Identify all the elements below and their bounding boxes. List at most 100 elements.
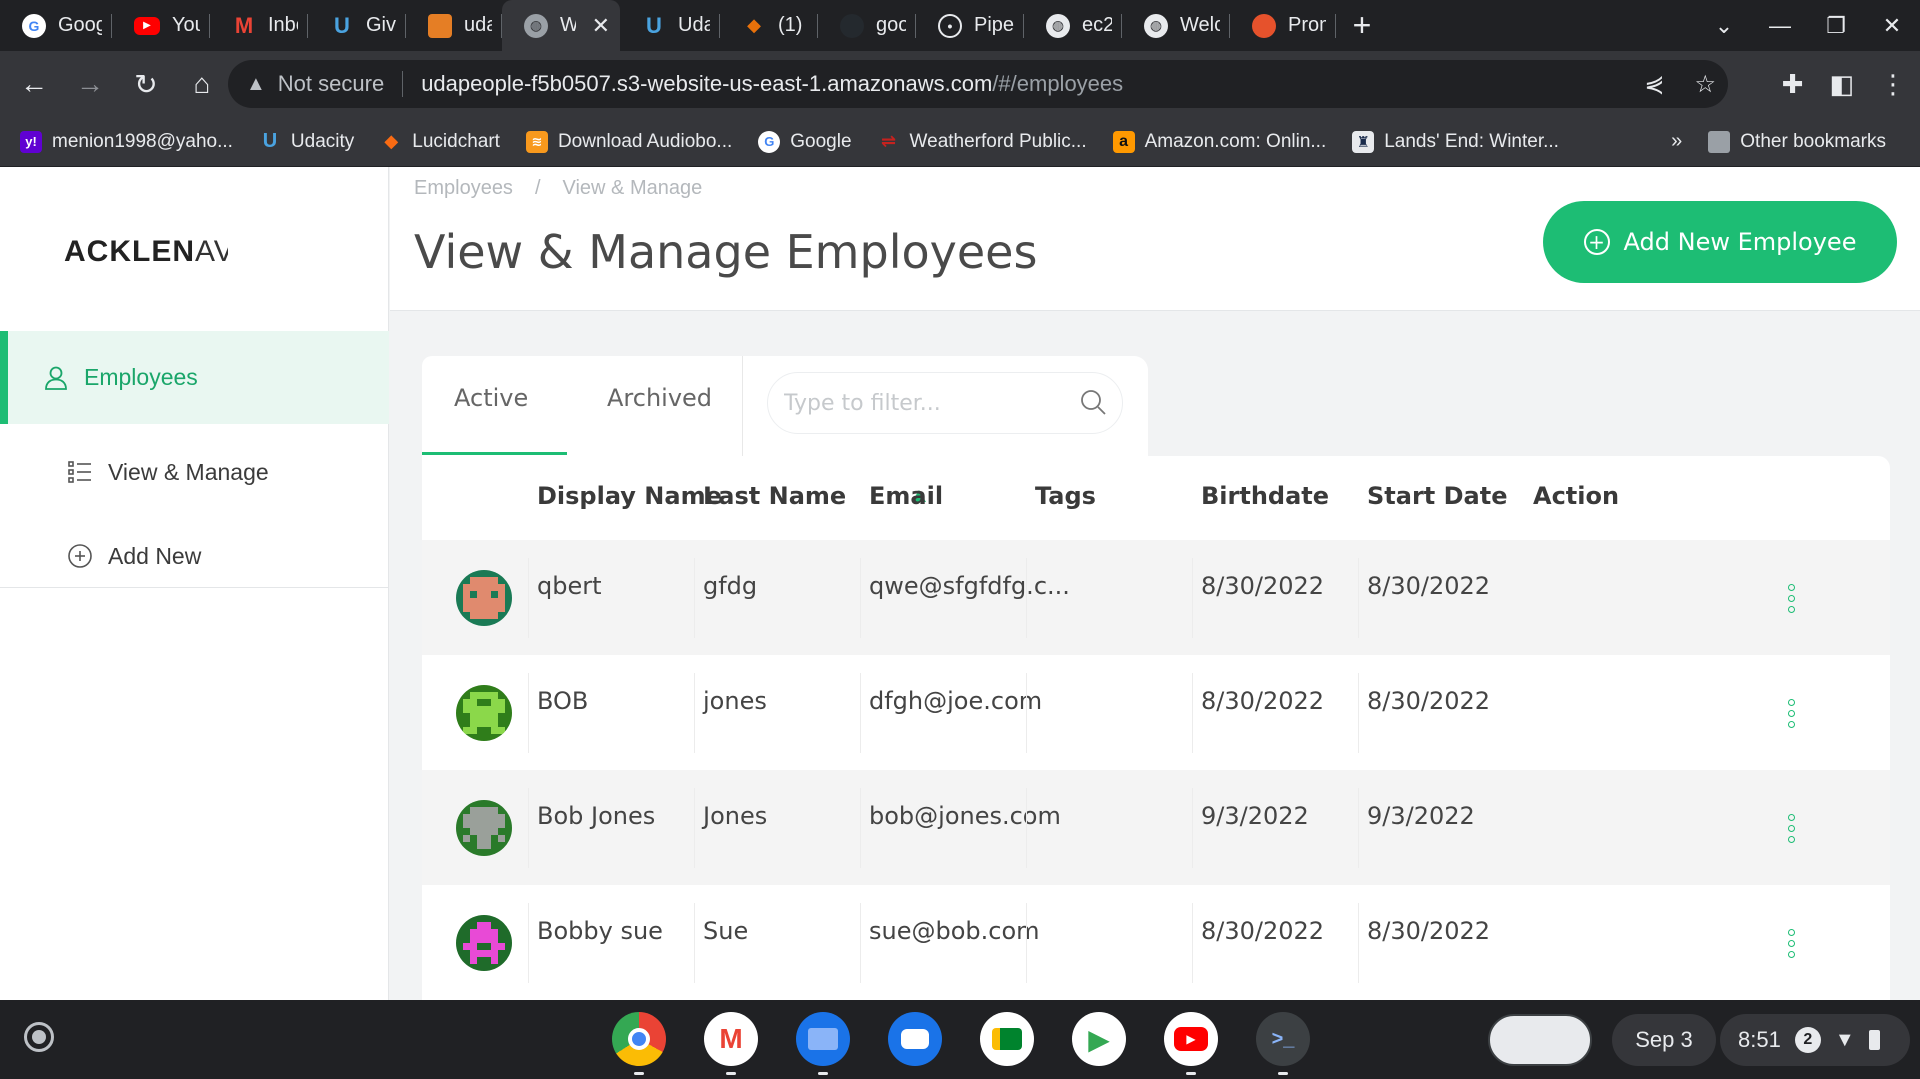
restore-icon[interactable]: ❐ <box>1808 13 1864 39</box>
active-tab-indicator <box>422 452 567 455</box>
browser-tab[interactable]: GGoogl <box>0 0 112 51</box>
reload-icon[interactable]: ↻ <box>124 62 168 106</box>
tab-archived[interactable]: Archived <box>607 384 712 412</box>
warning-icon[interactable]: ▲ <box>246 73 266 96</box>
security-label[interactable]: Not secure <box>278 71 384 97</box>
column-header-display-name[interactable]: Display Name <box>537 482 722 510</box>
menu-kebab-icon[interactable]: ⋮ <box>1880 69 1906 100</box>
sidebar-item-add-new[interactable]: Add New <box>0 531 389 581</box>
browser-tab[interactable]: UUdaci <box>620 0 720 51</box>
back-icon[interactable]: ← <box>12 62 56 106</box>
filter-input[interactable] <box>767 372 1123 434</box>
bookmark-item[interactable]: ◆ Lucidchart <box>380 131 500 153</box>
chrome-icon[interactable] <box>612 1012 666 1075</box>
bookmark-item[interactable]: ≋ Download Audiobo... <box>525 130 732 153</box>
browser-tab[interactable]: ◍ec2-3- <box>1024 0 1122 51</box>
bookmark-item[interactable]: U Udacity <box>259 130 355 153</box>
row-actions-kebab-icon[interactable] <box>1788 699 1796 728</box>
terminal-icon[interactable]: >_ <box>1256 1012 1310 1075</box>
column-header-email[interactable]: Email <box>869 482 943 510</box>
tab-active[interactable]: Active <box>454 384 528 412</box>
youtube-icon[interactable]: ▶ <box>1164 1012 1218 1075</box>
aws-s3-icon <box>428 13 452 38</box>
browser-tab[interactable]: ◆(1) Ne <box>720 0 818 51</box>
browser-tab[interactable]: ▶YouTu <box>112 0 210 51</box>
browser-tab[interactable]: Prome <box>1230 0 1336 51</box>
cell-divider <box>1192 673 1193 753</box>
bookmarks-bar: y! menion1998@yaho... U Udacity ◆ Lucidchar… <box>0 117 1920 167</box>
browser-tab[interactable]: UGive Y <box>308 0 406 51</box>
filter-panel <box>742 356 1148 456</box>
new-tab-button[interactable]: + <box>1336 0 1388 51</box>
side-panel-icon[interactable]: ◧ <box>1829 69 1854 100</box>
cell-birthdate: 8/30/2022 <box>1201 917 1325 945</box>
share-icon[interactable]: ⋞ <box>1644 70 1664 99</box>
browser-tab[interactable]: MInbox <box>210 0 308 51</box>
messages-icon[interactable] <box>888 1012 942 1066</box>
company-logo[interactable]: ACKLENAVENUE <box>64 235 228 269</box>
circleci-icon: ◆ <box>747 15 761 35</box>
row-actions-kebab-icon[interactable] <box>1788 929 1796 958</box>
other-bookmarks[interactable]: Other bookmarks <box>1708 130 1886 153</box>
cell-divider <box>1026 903 1027 983</box>
bookmark-item[interactable]: ♜ Lands' End: Winter... <box>1352 130 1559 153</box>
cell-divider <box>528 673 529 753</box>
row-actions-kebab-icon[interactable] <box>1788 584 1796 613</box>
bookmark-star-icon[interactable]: ☆ <box>1694 70 1716 99</box>
table-row[interactable]: BOB jones dfgh@joe.com 8/30/2022 8/30/20… <box>422 655 1890 770</box>
sidebar-item-employees[interactable]: Employees <box>0 331 389 424</box>
cell-divider <box>1358 788 1359 868</box>
address-bar[interactable]: ▲ Not secure udapeople-f5b0507.s3-websit… <box>228 60 1728 108</box>
column-header-start-date[interactable]: Start Date <box>1367 482 1507 510</box>
cell-start-date: 8/30/2022 <box>1367 687 1491 715</box>
date-display[interactable]: Sep 3 <box>1612 1014 1716 1066</box>
column-header-last-name[interactable]: Last Name <box>703 482 846 510</box>
play-store-icon[interactable]: ▶ <box>1072 1012 1126 1066</box>
bookmark-item[interactable]: a Amazon.com: Onlin... <box>1112 130 1326 153</box>
browser-tab[interactable]: udape <box>406 0 502 51</box>
cell-divider <box>528 903 529 983</box>
cell-display-name: BOB <box>537 687 589 715</box>
sidebar-item-view-manage[interactable]: View & Manage <box>0 447 389 497</box>
forward-icon[interactable]: → <box>68 62 112 106</box>
google-icon: G <box>22 13 46 38</box>
files-icon[interactable] <box>796 1012 850 1075</box>
bookmark-item[interactable]: ⇌ Weatherford Public... <box>878 131 1087 153</box>
address-divider <box>402 71 404 97</box>
launcher-icon[interactable] <box>24 1022 54 1052</box>
bookmark-item[interactable]: y! menion1998@yaho... <box>20 130 233 153</box>
gmail-icon[interactable]: M <box>704 1012 758 1075</box>
row-actions-kebab-icon[interactable] <box>1788 814 1796 843</box>
plus-circle-icon: + <box>1583 229 1610 255</box>
bookmark-item[interactable]: G Google <box>758 130 852 153</box>
battery-icon <box>1868 1030 1880 1050</box>
table-row[interactable]: Bob Jones Jones bob@jones.com 9/3/2022 9… <box>422 770 1890 885</box>
extensions-icon[interactable]: ✚ <box>1782 69 1804 100</box>
cell-divider <box>1026 673 1027 753</box>
tab-search-icon[interactable]: ⌄ <box>1696 13 1752 39</box>
tote-icon[interactable] <box>1488 1014 1592 1066</box>
browser-tab[interactable]: goodr <box>818 0 916 51</box>
cell-email: qwe@sfgfdfg.c... <box>869 572 1070 600</box>
browser-tab-active[interactable]: ◍We✕ <box>502 0 620 51</box>
minimize-icon[interactable]: — <box>1752 13 1808 39</box>
add-new-employee-button[interactable]: + Add New Employee <box>1543 201 1897 283</box>
table-row[interactable]: qbert gfdg qwe@sfgfdfg.c... 8/30/2022 8/… <box>422 540 1890 655</box>
home-icon[interactable]: ⌂ <box>180 62 224 106</box>
breadcrumb-item[interactable]: Employees <box>414 177 513 200</box>
more-bookmarks-icon[interactable]: » <box>1671 130 1682 153</box>
status-tray[interactable]: 8:51 2 ▼ <box>1720 1014 1910 1066</box>
close-window-icon[interactable]: ✕ <box>1864 13 1920 39</box>
cell-divider <box>860 673 861 753</box>
browser-tab[interactable]: •Pipelir <box>916 0 1024 51</box>
google-meet-icon[interactable] <box>980 1012 1034 1066</box>
sidebar-item-label: View & Manage <box>108 458 269 485</box>
close-tab-icon[interactable]: ✕ <box>592 13 610 39</box>
breadcrumb-item[interactable]: View & Manage <box>563 177 703 200</box>
browser-tab[interactable]: ◍Welco <box>1122 0 1230 51</box>
table-row[interactable]: Bobby sue Sue sue@bob.com 8/30/2022 8/30… <box>422 885 1890 1000</box>
column-header-tags[interactable]: Tags <box>1035 482 1096 510</box>
column-header-birthdate[interactable]: Birthdate <box>1201 482 1329 510</box>
cell-divider <box>694 673 695 753</box>
search-icon[interactable] <box>1079 388 1107 421</box>
